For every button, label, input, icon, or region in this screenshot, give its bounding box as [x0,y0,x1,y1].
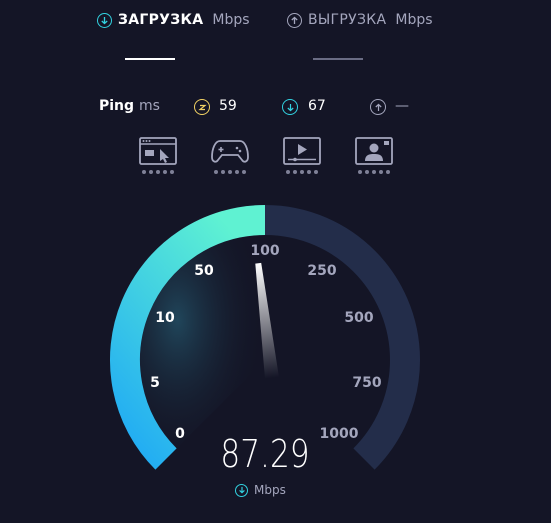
speed-unit: Mbps [235,483,286,497]
speed-readout: 87.29 [220,432,310,476]
gauge-tick-label: 10 [155,310,175,326]
gauge-tick-label: 50 [194,263,214,279]
speed-unit-label: Mbps [254,483,286,497]
download-arrow-icon [235,483,248,497]
gauge-tick-label: 1000 [320,426,359,442]
gauge-tick-label: 100 [250,243,279,259]
gauge-tick-label: 5 [150,375,160,391]
gauge-tick-label: 250 [307,263,336,279]
gauge-tick-label: 500 [344,310,373,326]
gauge-tick-label: 750 [352,375,381,391]
gauge-tick-label: 0 [175,426,185,442]
